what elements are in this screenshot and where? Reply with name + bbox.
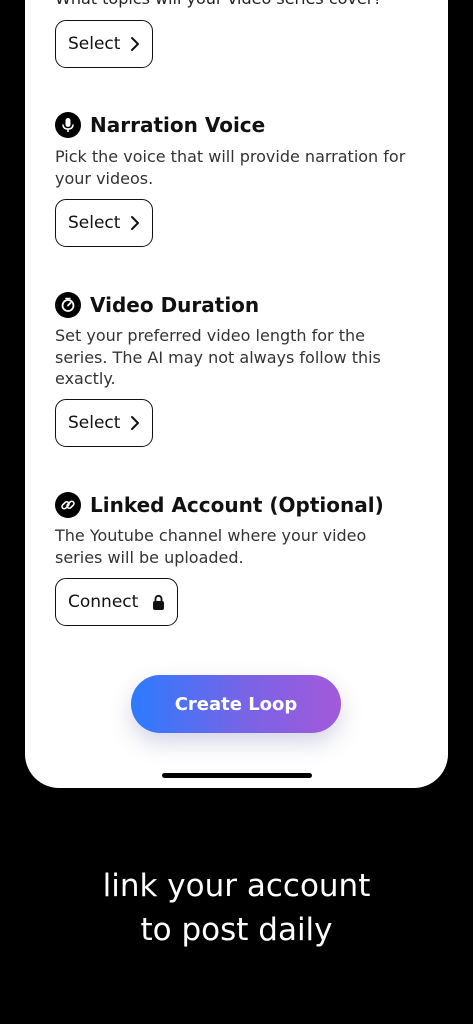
topics-question: What topics will your video series cover… [55, 0, 382, 8]
linked-account-description: The Youtube channel where your video ser… [55, 526, 367, 567]
create-loop-button[interactable]: Create Loop [131, 675, 341, 733]
chevron-right-icon [130, 415, 140, 431]
video-duration-select-label: Select [68, 413, 121, 433]
lock-icon [152, 594, 165, 611]
connect-account-label: Connect [68, 592, 139, 612]
link-icon [55, 492, 81, 518]
chevron-right-icon [130, 215, 140, 231]
narration-voice-select-label: Select [68, 213, 121, 233]
video-duration-description: Set your preferred video length for the … [55, 326, 381, 388]
promo-caption-line-1: link your account [102, 868, 371, 904]
connect-account-button[interactable]: Connect [55, 578, 179, 626]
home-indicator [162, 773, 312, 778]
linked-account-title-text: Linked Account (Optional) [90, 493, 384, 517]
narration-voice-description: Pick the voice that will provide narrati… [55, 147, 406, 188]
narration-voice-select-button[interactable]: Select [55, 199, 154, 247]
timer-icon [55, 292, 81, 318]
video-duration-title-text: Video Duration [90, 293, 260, 317]
settings-card: What topics will your video series cover… [25, 0, 448, 788]
video-duration-title: Video Duration [55, 292, 259, 318]
topics-select-label: Select [68, 34, 121, 54]
chevron-right-icon [130, 36, 140, 52]
narration-voice-title-text: Narration Voice [90, 113, 266, 137]
video-duration-select-button[interactable]: Select [55, 399, 154, 447]
microphone-icon [55, 112, 81, 138]
linked-account-title: Linked Account (Optional) [55, 492, 384, 518]
topics-select-button[interactable]: Select [55, 20, 154, 68]
promo-caption-line-2: to post daily [140, 912, 333, 948]
narration-voice-title: Narration Voice [55, 112, 265, 138]
promo-caption: link your account to post daily [0, 864, 473, 952]
